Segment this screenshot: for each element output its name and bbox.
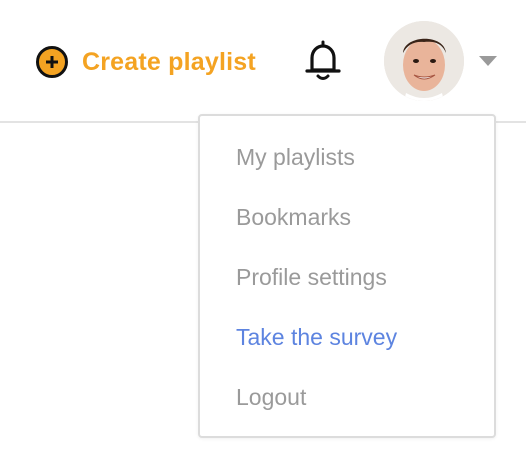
menu-item-bookmarks[interactable]: Bookmarks: [236, 197, 351, 237]
menu-item-my-playlists[interactable]: My playlists: [236, 137, 355, 177]
user-dropdown-menu: My playlists Bookmarks Profile settings …: [198, 114, 496, 438]
menu-item-profile-settings[interactable]: Profile settings: [236, 257, 387, 297]
create-playlist-label: Create playlist: [82, 47, 256, 76]
user-avatar[interactable]: [384, 21, 464, 101]
menu-item-take-the-survey[interactable]: Take the survey: [236, 317, 397, 357]
create-playlist-button[interactable]: Create playlist: [36, 42, 256, 82]
top-header: Create playlist: [0, 0, 526, 121]
bell-icon[interactable]: [304, 40, 342, 82]
caret-down-icon[interactable]: [478, 54, 498, 66]
menu-item-logout[interactable]: Logout: [236, 377, 306, 417]
plus-circle-icon: [36, 46, 68, 78]
